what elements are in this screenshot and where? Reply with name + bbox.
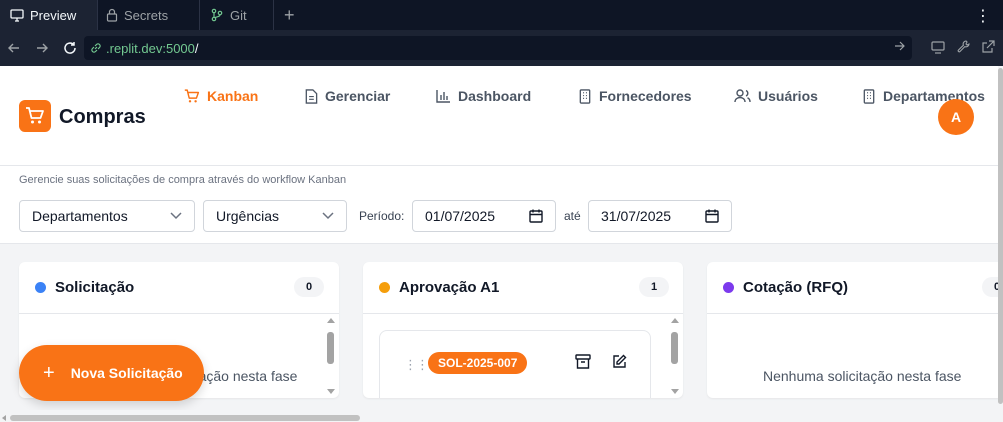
tab-label: Secrets [124,7,169,23]
department-select[interactable]: Departamentos [19,200,195,232]
nav-label: Gerenciar [325,88,391,104]
column-scrollbar[interactable] [670,318,679,394]
date-value: 31/07/2025 [601,208,672,224]
urgency-select[interactable]: Urgências [203,200,347,232]
column-header: Cotação (RFQ) 0 [707,262,998,314]
archive-icon[interactable] [575,354,591,374]
external-link-icon[interactable] [981,40,995,59]
nav-usuarios[interactable]: Usuários [734,88,818,104]
ide-tab-bar: Preview Secrets Git + ⋮ [0,0,1003,30]
filters-bar: Gerencie suas solicitações de compra atr… [0,166,998,244]
reload-icon[interactable] [56,41,84,55]
chevron-down-icon [322,212,334,220]
url-path: / [194,40,199,56]
url-bar: .replit.dev:5000/ [0,30,1003,66]
date-value: 01/07/2025 [425,208,496,224]
new-tab-button[interactable]: + [274,0,305,30]
nav-kanban[interactable]: Kanban [184,88,258,104]
vertical-scrollbar[interactable] [998,66,1003,422]
devices-icon[interactable] [931,40,947,59]
main-nav: Kanban Gerenciar Dashboard Fornecedores … [0,88,998,108]
lock-icon [106,8,118,22]
tab-secrets[interactable]: Secrets [98,0,200,30]
plus-icon: + [43,361,55,384]
chevron-down-icon [170,212,182,220]
link-icon [91,43,101,53]
calendar-icon[interactable] [705,209,719,223]
status-dot [723,282,734,293]
nav-label: Kanban [207,88,259,104]
cart-icon [26,107,44,124]
tab-preview[interactable]: Preview [0,0,98,30]
scroll-thumb[interactable] [10,415,360,421]
building-icon [863,88,875,104]
monitor-icon [10,9,24,22]
start-date-input[interactable]: 01/07/2025 [412,200,556,232]
status-dot [35,282,46,293]
column-title: Solicitação [55,279,135,296]
new-request-button[interactable]: + Nova Solicitação [19,345,204,401]
back-icon[interactable] [0,42,28,54]
forward-icon[interactable] [28,42,56,54]
users-icon [734,89,751,103]
calendar-icon[interactable] [529,209,543,223]
app-viewport: Compras Kanban Gerenciar Dashboard Forne… [0,66,998,422]
until-label: até [564,209,581,223]
period-label: Período: [359,209,405,223]
select-value: Departamentos [32,208,128,224]
status-dot [379,282,390,293]
column-aprovacao-a1: Aprovação A1 1 ⋮⋮ SOL-2025-007 [363,262,683,398]
more-menu-icon[interactable]: ⋮ [975,6,991,26]
go-arrow-icon[interactable] [894,40,906,55]
request-card[interactable]: ⋮⋮ SOL-2025-007 [379,330,651,398]
horizontal-scrollbar[interactable] [0,410,998,422]
column-header: Aprovação A1 1 [363,262,683,314]
column-scrollbar[interactable] [326,318,335,394]
url-tools [931,40,995,59]
wrench-icon[interactable] [957,40,971,59]
nav-label: Dashboard [458,88,532,104]
fab-label: Nova Solicitação [70,365,183,381]
edit-icon[interactable] [612,354,627,374]
request-id-badge: SOL-2025-007 [428,352,528,374]
nav-label: Usuários [758,88,818,104]
tab-git[interactable]: Git [200,0,274,30]
drag-handle-icon[interactable]: ⋮⋮ [404,357,429,373]
nav-gerenciar[interactable]: Gerenciar [304,88,390,104]
column-header: Solicitação 0 [19,262,339,314]
building-icon [579,88,591,104]
cart-icon [184,88,200,102]
user-avatar[interactable]: A [938,99,974,135]
end-date-input[interactable]: 31/07/2025 [588,200,732,232]
bar-chart-icon [436,90,450,103]
nav-label: Fornecedores [599,88,692,104]
url-input[interactable]: .replit.dev:5000/ [84,36,912,60]
nav-label: Departamentos [883,88,985,104]
column-count: 1 [639,277,669,297]
select-value: Urgências [216,208,280,224]
empty-state: Nenhuma solicitação nesta fase [763,368,962,384]
nav-fornecedores[interactable]: Fornecedores [578,88,692,104]
app-header: Compras Kanban Gerenciar Dashboard Forne… [0,66,998,166]
tab-label: Preview [30,7,77,23]
column-title: Cotação (RFQ) [743,279,848,296]
nav-dashboard[interactable]: Dashboard [436,88,531,104]
url-domain: .replit.dev:5000 [106,40,195,56]
column-count: 0 [294,277,324,297]
column-cotacao-rfq: Cotação (RFQ) 0 Nenhuma solicitação nest… [707,262,998,398]
tab-label: Git [230,7,247,23]
column-title: Aprovação A1 [399,279,500,296]
document-icon [305,88,318,104]
git-branch-icon [211,8,223,22]
brand-name: Compras [59,106,146,128]
page-subtitle: Gerencie suas solicitações de compra atr… [19,174,347,186]
column-count: 0 [982,277,998,297]
